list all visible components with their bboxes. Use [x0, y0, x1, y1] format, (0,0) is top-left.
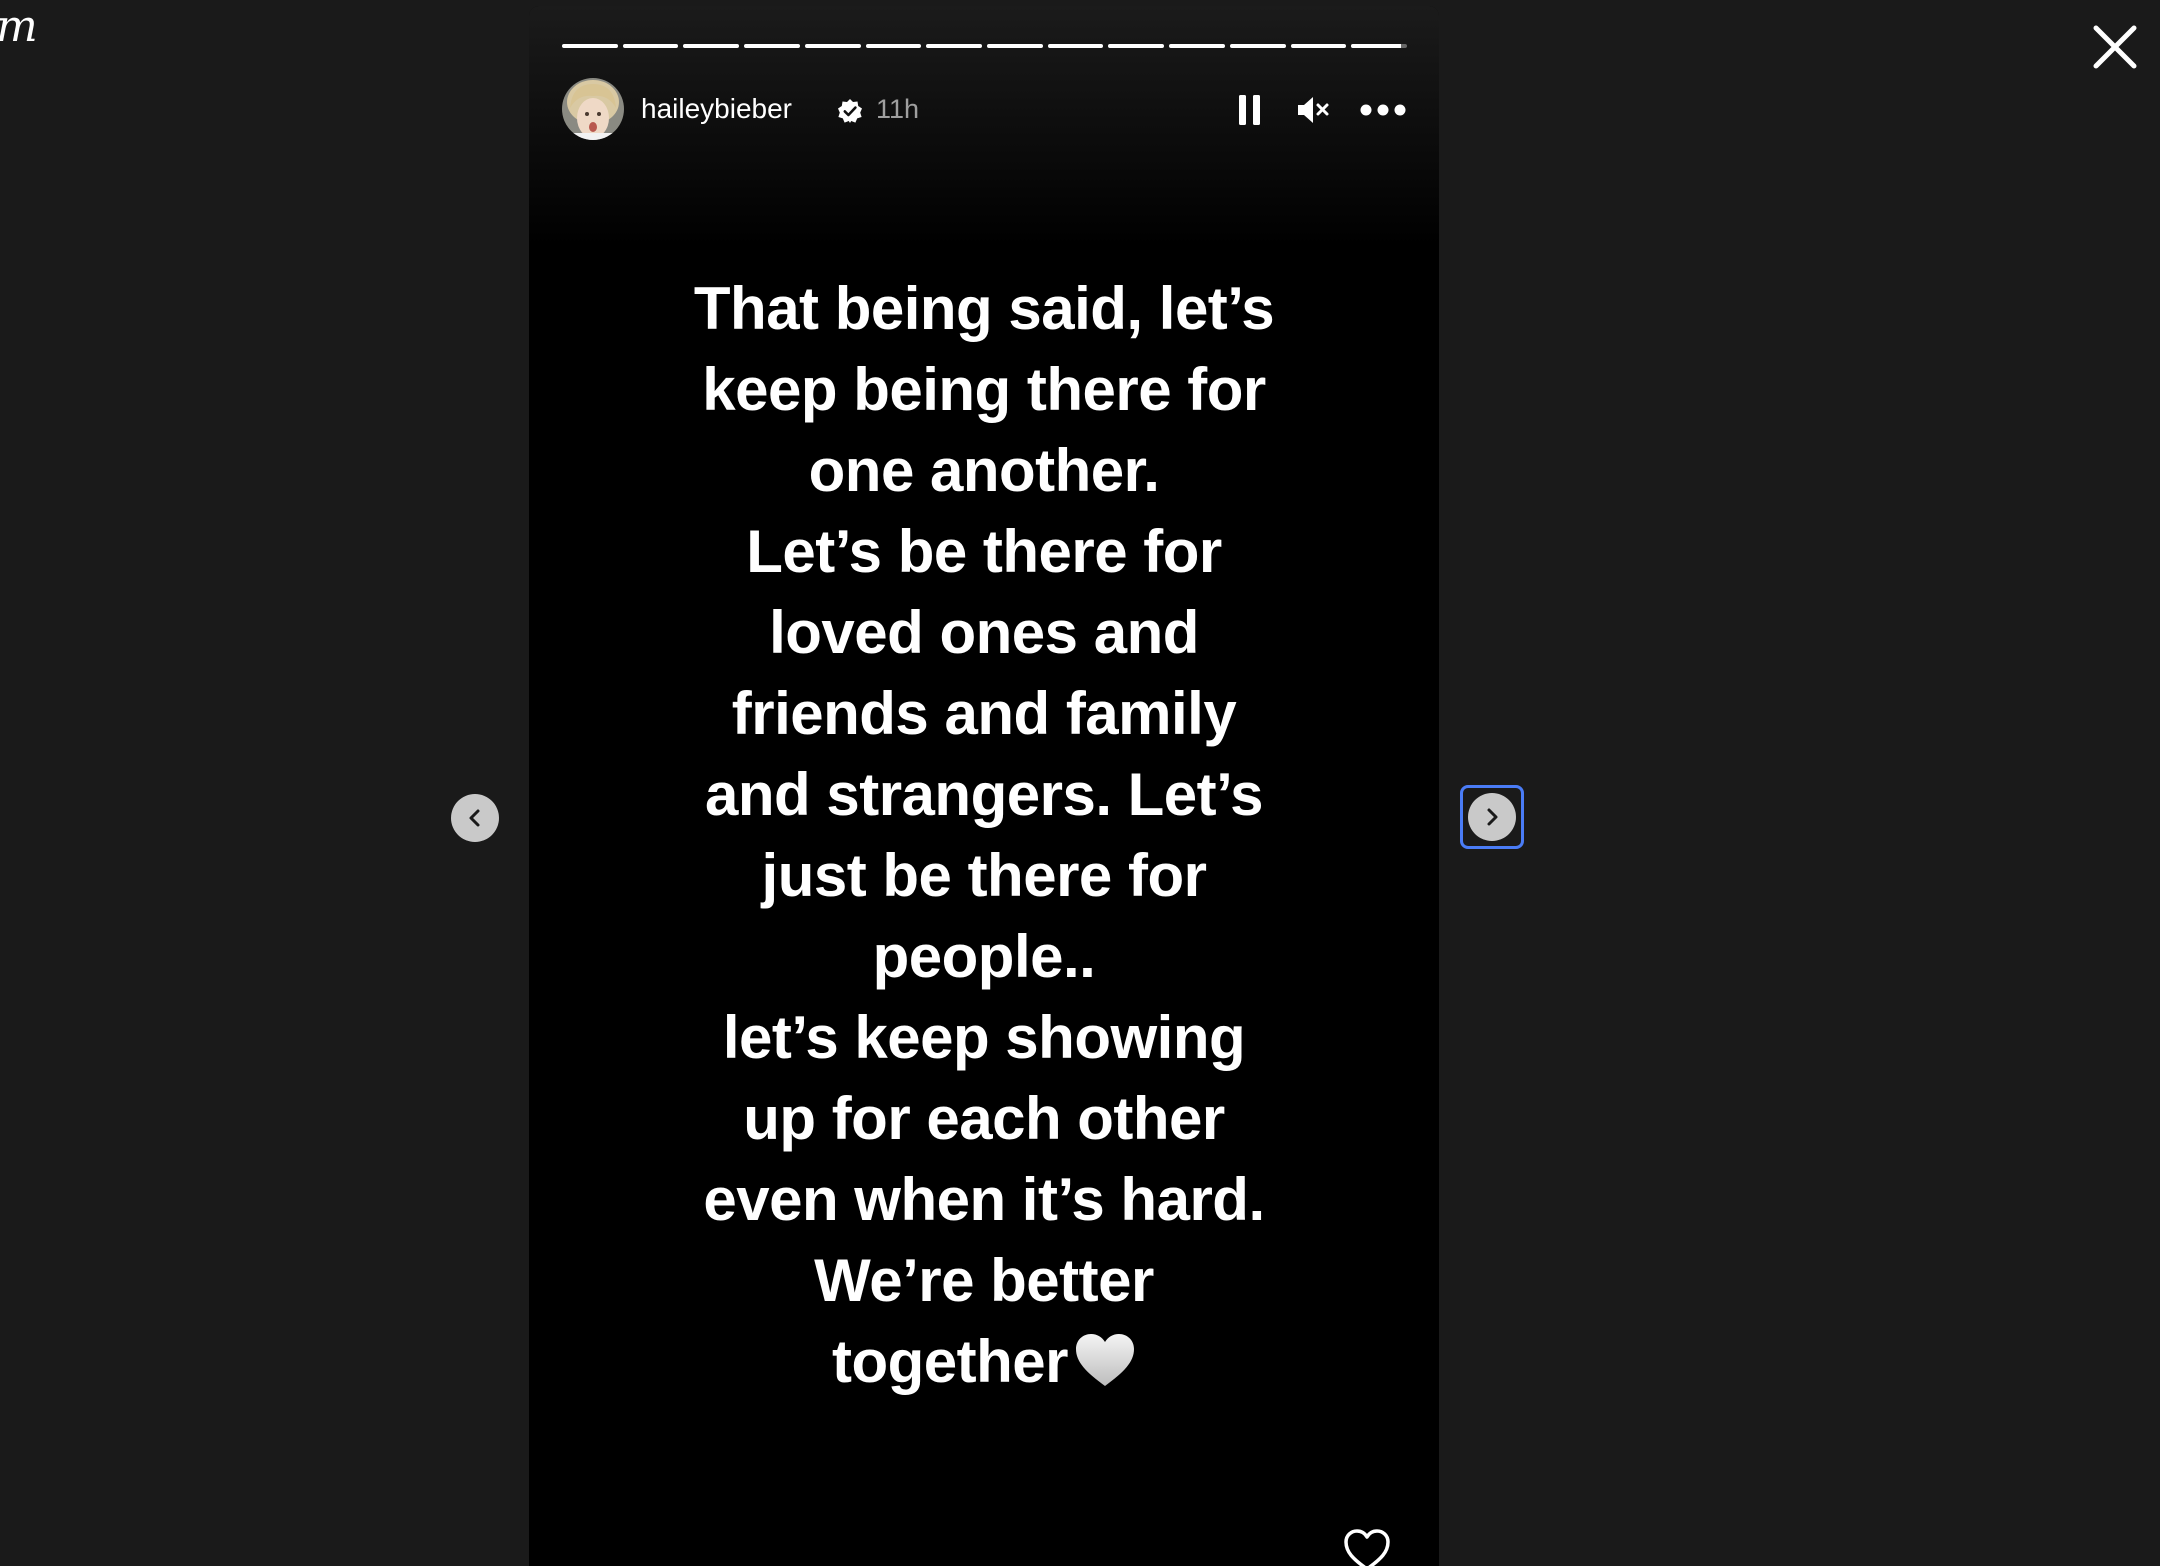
story-text-line: Let’s be there for — [746, 518, 1222, 585]
progress-segment-fill — [987, 44, 1043, 48]
progress-segment — [865, 44, 922, 48]
progress-segment-fill — [1169, 44, 1225, 48]
close-button[interactable] — [2086, 18, 2144, 76]
more-options-button[interactable] — [1358, 90, 1408, 130]
progress-segment-fill — [1290, 44, 1347, 48]
progress-segment — [804, 44, 861, 48]
story-text-line: We’re better — [814, 1247, 1154, 1314]
speaker-muted-icon — [1298, 97, 1329, 123]
story-text-line: let’s keep showing — [722, 1004, 1246, 1071]
progress-segment — [1047, 44, 1104, 48]
story-text-line: That being said, let’s — [693, 275, 1275, 342]
story-text-line: people.. — [872, 923, 1096, 990]
progress-segment-fill — [622, 44, 679, 48]
story-card[interactable]: haileybieber 11h That being said, let’s … — [529, 6, 1439, 1566]
progress-segment — [1229, 44, 1286, 48]
progress-segment — [987, 44, 1043, 48]
avatar[interactable] — [562, 78, 624, 140]
instagram-logo-fragment[interactable]: m — [0, 2, 38, 52]
progress-segment-fill — [562, 44, 618, 48]
progress-segment-fill — [865, 44, 922, 48]
white-heart-emoji — [1076, 1334, 1134, 1386]
story-header: haileybieber 11h — [562, 78, 1407, 142]
progress-segment-fill — [804, 44, 861, 48]
story-text-line: even when it’s hard. — [703, 1166, 1265, 1233]
next-story-button-circle — [1468, 793, 1516, 841]
progress-segment-fill — [926, 44, 983, 48]
progress-segment — [744, 44, 800, 48]
progress-segment-fill — [683, 44, 740, 48]
story-text-line-last: together — [529, 1321, 1439, 1402]
story-text-line: and strangers. Let’s — [705, 761, 1263, 828]
pause-button[interactable] — [1230, 90, 1270, 130]
progress-segment — [1290, 44, 1347, 48]
next-story-button[interactable] — [1460, 785, 1524, 849]
progress-segment — [1351, 44, 1408, 48]
story-text-line: up for each other — [743, 1085, 1225, 1152]
story-text-line: loved ones and — [769, 599, 1199, 666]
progress-segment-fill — [744, 44, 800, 48]
mute-button[interactable] — [1293, 90, 1333, 130]
story-timestamp: 11h — [876, 94, 920, 124]
story-text-line: together — [832, 1328, 1069, 1395]
avatar-photo — [562, 78, 624, 140]
progress-segment-fill — [1351, 44, 1402, 48]
more-options-icon — [1360, 104, 1406, 116]
chevron-left-icon — [469, 809, 480, 827]
chevron-right-icon — [1487, 808, 1498, 826]
story-text-line: keep being there for — [702, 356, 1266, 423]
progress-segment — [683, 44, 740, 48]
like-story-button[interactable] — [1343, 1528, 1391, 1566]
story-text-line: just be there for — [761, 842, 1207, 909]
progress-segment — [562, 44, 618, 48]
previous-story-button[interactable] — [451, 794, 499, 842]
progress-segment — [622, 44, 679, 48]
heart-outline-icon — [1344, 1529, 1390, 1566]
progress-segment — [926, 44, 983, 48]
story-text-line: one another. — [808, 437, 1160, 504]
story-viewer-page: m haileybieber 11h That being said, let’… — [0, 0, 2160, 1566]
pause-icon — [1239, 95, 1260, 125]
story-text-line: friends and family — [731, 680, 1237, 747]
progress-segment — [1108, 44, 1165, 48]
story-author-username[interactable]: haileybieber — [641, 92, 792, 126]
verified-badge-icon — [838, 99, 862, 123]
progress-segment-fill — [1047, 44, 1104, 48]
story-progress-bar — [562, 44, 1408, 48]
progress-segment-fill — [1229, 44, 1286, 48]
story-text-overlay: That being said, let’s keep being there … — [529, 268, 1439, 1402]
progress-segment-fill — [1108, 44, 1165, 48]
progress-segment — [1169, 44, 1225, 48]
close-icon — [2093, 25, 2137, 69]
